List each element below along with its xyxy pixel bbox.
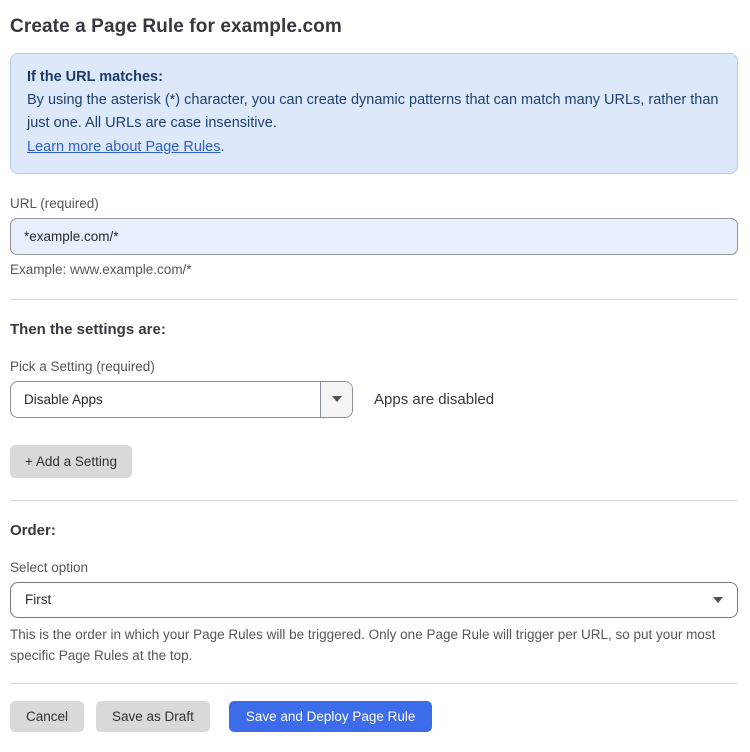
page-title: Create a Page Rule for example.com (10, 16, 342, 37)
url-field-label: URL (required) (10, 195, 99, 211)
chevron-down-icon (713, 596, 723, 603)
info-box-body: By using the asterisk (*) character, you… (27, 92, 719, 132)
url-input[interactable] (10, 217, 738, 255)
order-select-label: Select option (10, 559, 89, 575)
chevron-down-icon (331, 396, 342, 403)
info-box-heading: If the URL matches: (27, 69, 163, 85)
setting-status-text: Apps are disabled (374, 390, 495, 408)
save-as-draft-button[interactable]: Save as Draft (96, 700, 210, 732)
create-page-rule-panel: Create a Page Rule for example.com If th… (0, 0, 750, 752)
divider (10, 298, 738, 300)
info-box-link-line: Learn more about Page Rules. (27, 136, 721, 159)
order-select-value: First (25, 592, 52, 608)
setting-picker-label: Pick a Setting (required) (10, 358, 155, 374)
divider (10, 499, 738, 501)
cancel-button[interactable]: Cancel (10, 700, 85, 732)
url-field-helper: Example: www.example.com/* (10, 261, 192, 277)
setting-dropdown-arrow-button[interactable] (320, 381, 352, 417)
order-helper-text: This is the order in which your Page Rul… (10, 626, 716, 663)
save-and-deploy-button[interactable]: Save and Deploy Page Rule (228, 700, 433, 732)
learn-more-link[interactable]: Learn more about Page Rules (27, 139, 220, 155)
setting-dropdown-value: Disable Apps (24, 391, 103, 407)
url-match-info-box: If the URL matches: By using the asteris… (10, 53, 738, 174)
add-setting-button[interactable]: + Add a Setting (10, 444, 132, 478)
link-suffix: . (220, 138, 225, 155)
setting-dropdown[interactable]: Disable Apps (10, 380, 353, 418)
settings-section-heading: Then the settings are: (10, 320, 166, 338)
order-select[interactable]: First (10, 581, 738, 618)
form-actions: Cancel Save as Draft Save and Deploy Pag… (10, 700, 738, 732)
setting-picker-row: Disable Apps Apps are disabled (10, 380, 738, 418)
divider (10, 682, 738, 684)
order-section-heading: Order: (10, 521, 56, 539)
